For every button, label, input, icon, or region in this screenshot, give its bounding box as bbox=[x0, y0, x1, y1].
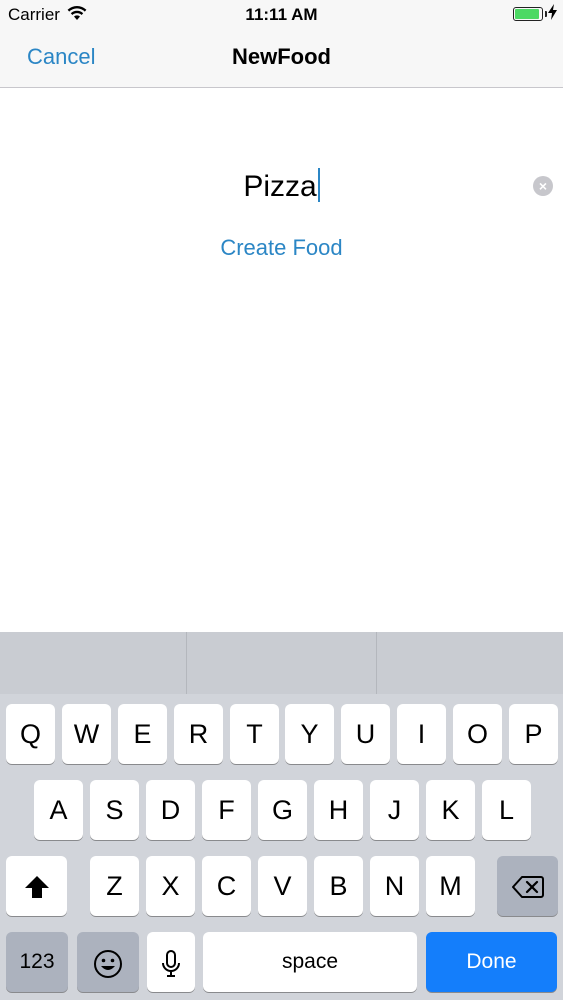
status-bar: Carrier 11:11 AM bbox=[0, 0, 563, 30]
page-title: NewFood bbox=[232, 44, 331, 69]
charging-bolt-icon bbox=[548, 4, 557, 24]
battery-nub bbox=[545, 11, 547, 17]
key-i[interactable]: I bbox=[397, 704, 446, 764]
key-c[interactable]: C bbox=[202, 856, 251, 916]
key-u[interactable]: U bbox=[341, 704, 390, 764]
emoji-icon bbox=[94, 950, 122, 978]
key-m[interactable]: M bbox=[426, 856, 475, 916]
create-food-button[interactable]: Create Food bbox=[0, 235, 563, 261]
suggestion-bar bbox=[0, 632, 563, 694]
key-q[interactable]: Q bbox=[6, 704, 55, 764]
shift-icon bbox=[24, 876, 49, 898]
key-z[interactable]: Z bbox=[90, 856, 139, 916]
microphone-icon bbox=[162, 950, 180, 977]
key-x[interactable]: X bbox=[146, 856, 195, 916]
key-a[interactable]: A bbox=[34, 780, 83, 840]
shift-key[interactable] bbox=[6, 856, 67, 916]
key-p[interactable]: P bbox=[509, 704, 558, 764]
key-h[interactable]: H bbox=[314, 780, 363, 840]
key-g[interactable]: G bbox=[258, 780, 307, 840]
suggestion-slot-3[interactable] bbox=[377, 632, 563, 694]
key-v[interactable]: V bbox=[258, 856, 307, 916]
suggestion-slot-2[interactable] bbox=[187, 632, 376, 694]
numbers-key[interactable]: 123 bbox=[6, 932, 68, 992]
key-o[interactable]: O bbox=[453, 704, 502, 764]
space-key[interactable]: space bbox=[203, 932, 417, 992]
key-b[interactable]: B bbox=[314, 856, 363, 916]
suggestion-slot-1[interactable] bbox=[0, 632, 186, 694]
key-w[interactable]: W bbox=[62, 704, 111, 764]
clear-text-icon[interactable]: × bbox=[533, 176, 553, 196]
key-e[interactable]: E bbox=[118, 704, 167, 764]
key-f[interactable]: F bbox=[202, 780, 251, 840]
keyboard: Q W E R T Y U I O P A S D F G H J K L Z … bbox=[0, 632, 563, 1000]
battery-fill bbox=[515, 9, 539, 19]
key-l[interactable]: L bbox=[482, 780, 531, 840]
text-caret bbox=[317, 168, 320, 202]
navigation-bar: Cancel NewFood bbox=[0, 30, 563, 88]
key-d[interactable]: D bbox=[146, 780, 195, 840]
key-n[interactable]: N bbox=[370, 856, 419, 916]
delete-icon bbox=[511, 876, 544, 898]
key-k[interactable]: K bbox=[426, 780, 475, 840]
delete-key[interactable] bbox=[497, 856, 558, 916]
done-key[interactable]: Done bbox=[426, 932, 557, 992]
battery-icon bbox=[513, 7, 543, 21]
food-name-text[interactable]: Pizza bbox=[0, 168, 563, 204]
clock: 11:11 AM bbox=[245, 5, 318, 24]
key-t[interactable]: T bbox=[230, 704, 279, 764]
key-s[interactable]: S bbox=[90, 780, 139, 840]
key-y[interactable]: Y bbox=[285, 704, 334, 764]
food-name-field[interactable]: Pizza × bbox=[0, 165, 563, 209]
key-r[interactable]: R bbox=[174, 704, 223, 764]
microphone-key[interactable] bbox=[147, 932, 195, 992]
key-j[interactable]: J bbox=[370, 780, 419, 840]
food-name-value: Pizza bbox=[243, 170, 317, 203]
emoji-key[interactable] bbox=[77, 932, 139, 992]
